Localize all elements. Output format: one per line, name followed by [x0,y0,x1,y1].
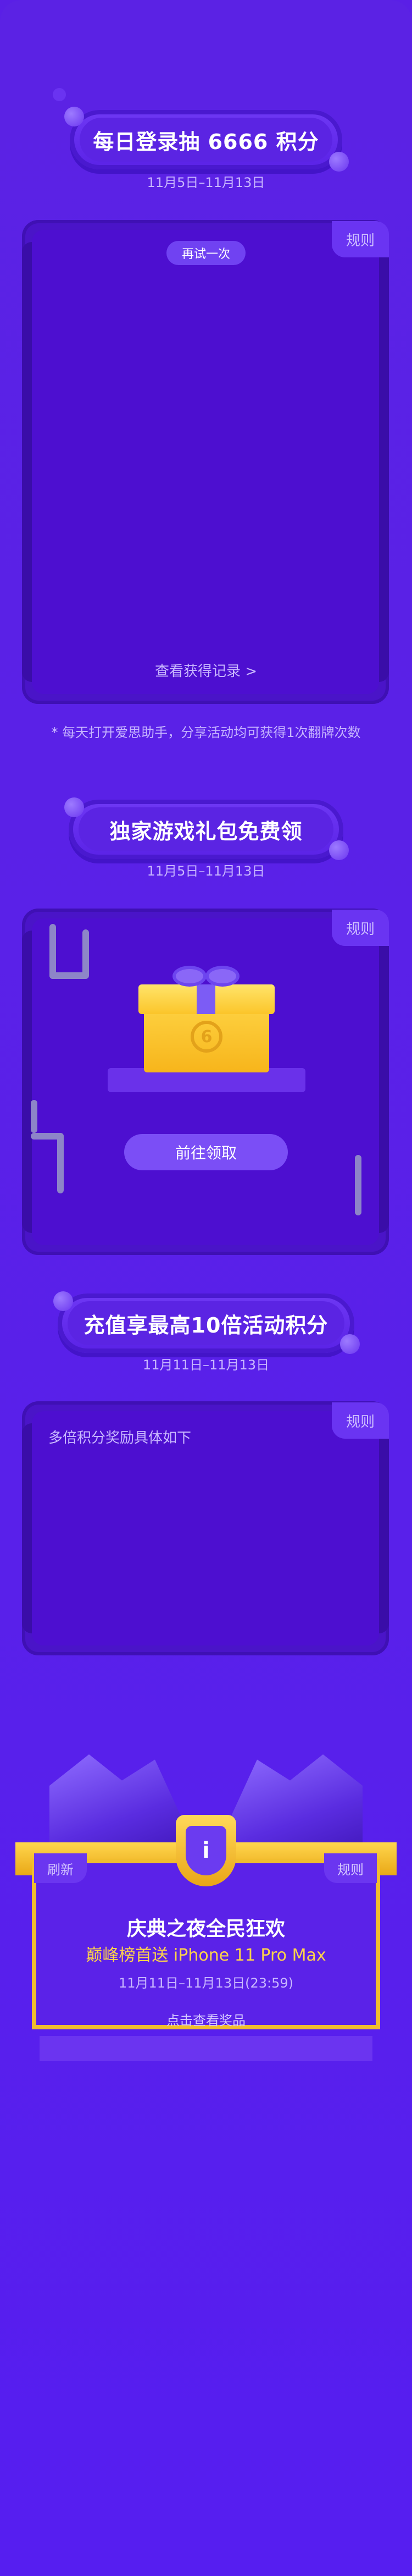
prizes-link[interactable]: 点击查看奖品 [0,2010,412,2029]
gift-bow-icon [172,966,207,987]
gift-ribbon [197,984,215,1014]
decor-ball-icon [329,840,349,860]
leaderboard-header-bar [40,2036,372,2061]
gift-bow-icon [205,966,240,987]
refresh-button[interactable]: 刷新 [34,1853,87,1883]
section1-note: * 每天打开爱思助手，分享活动均可获得1次翻牌次数 [51,725,361,740]
section2-title: 独家游戏礼包免费领 [109,819,303,844]
section1-rules-button[interactable]: 规则 [332,221,389,257]
section1-title: 每日登录抽 6666 积分 [93,129,319,154]
section2-date: 11月5日–11月13日 [147,863,265,879]
section3-rules-button[interactable]: 规则 [332,1402,389,1439]
section3-title-pill: 充值享最高10倍活动积分 [53,1291,360,1354]
pipe-decoration [57,1133,64,1193]
decor-ball-icon [53,1291,73,1311]
section4-title: 庆典之夜全民狂欢 [126,1918,285,1940]
gift-emblem-icon: 6 [191,1021,222,1053]
retry-button[interactable]: 再试一次 [166,241,246,265]
section3-date: 11月11日–11月13日 [142,1357,270,1373]
pipe-decoration [82,929,89,979]
records-link[interactable]: 查看获得记录 > [0,660,412,680]
claim-button[interactable]: 前往领取 [124,1134,288,1170]
page-background: 每日登录抽 6666 积分 11月5日–11月13日 规则 再试一次 查看获得记… [0,0,412,2576]
pipe-decoration [49,924,56,979]
crown-shield-icon: i [176,1815,236,1886]
flip-card-area[interactable] [32,230,379,694]
section1-date: 11月5日–11月13日 [147,175,265,190]
section2-rules-button[interactable]: 规则 [332,910,389,946]
section1-panel [22,220,389,704]
section4-subtitle: 巅峰榜首送 iPhone 11 Pro Max [86,1946,326,1965]
decor-ball-icon [64,107,84,126]
pipe-decoration [31,1100,37,1133]
section4-date: 11月11日–11月13日(23:59) [118,1975,294,1991]
decor-dot [53,88,66,101]
section4-rules-button[interactable]: 规则 [324,1853,377,1883]
section2-title-pill: 独家游戏礼包免费领 [64,797,349,860]
section1-title-pill: 每日登录抽 6666 积分 [64,107,349,172]
pipe-decoration [355,1155,361,1215]
section3-body-text: 多倍积分奖励具体如下 [48,1430,192,1446]
section3-title: 充值享最高10倍活动积分 [83,1313,329,1337]
decor-ball-icon [329,152,349,172]
decor-ball-icon [64,797,84,817]
decor-ball-icon [340,1334,360,1354]
